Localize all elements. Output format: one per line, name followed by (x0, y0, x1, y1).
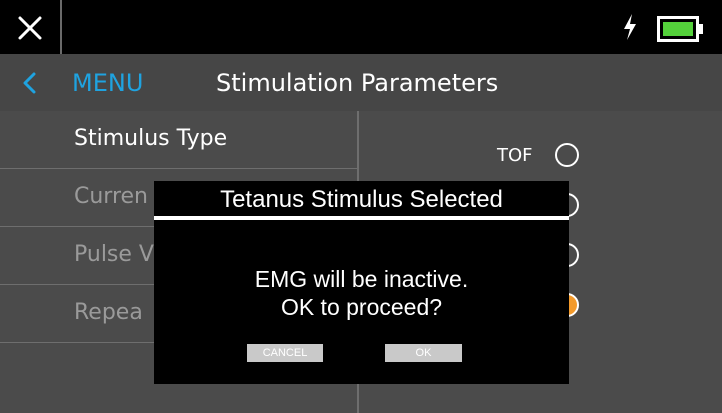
close-button[interactable] (0, 0, 62, 54)
status-bar (0, 0, 722, 54)
chevron-left-icon[interactable] (22, 72, 36, 94)
close-icon (18, 16, 42, 40)
header-bar: MENU Stimulation Parameters (0, 54, 722, 111)
confirm-dialog: Tetanus Stimulus Selected EMG will be in… (154, 181, 569, 384)
option-label-tof: TOF (497, 145, 533, 166)
list-item-stimulus-type[interactable]: Stimulus Type (0, 111, 358, 169)
bolt-icon (624, 14, 636, 40)
list-item-label: Curren (74, 184, 149, 209)
dialog-message-line1: EMG will be inactive. (254, 266, 469, 292)
radio-tof[interactable] (555, 143, 579, 167)
cancel-button[interactable]: CANCEL (247, 344, 323, 362)
dialog-title: Tetanus Stimulus Selected (220, 186, 503, 213)
dialog-message-line2: OK to proceed? (280, 294, 443, 320)
page-title: Stimulation Parameters (216, 69, 499, 97)
menu-back-link[interactable]: MENU (72, 68, 143, 98)
dialog-message: EMG will be inactive. OK to proceed? (154, 265, 569, 321)
ok-button[interactable]: OK (385, 344, 462, 362)
list-item-label: Stimulus Type (74, 126, 228, 151)
battery-icon (657, 16, 703, 42)
dialog-divider (154, 216, 569, 220)
list-item-label: Pulse V (74, 242, 154, 267)
list-item-label: Repea (74, 300, 143, 325)
